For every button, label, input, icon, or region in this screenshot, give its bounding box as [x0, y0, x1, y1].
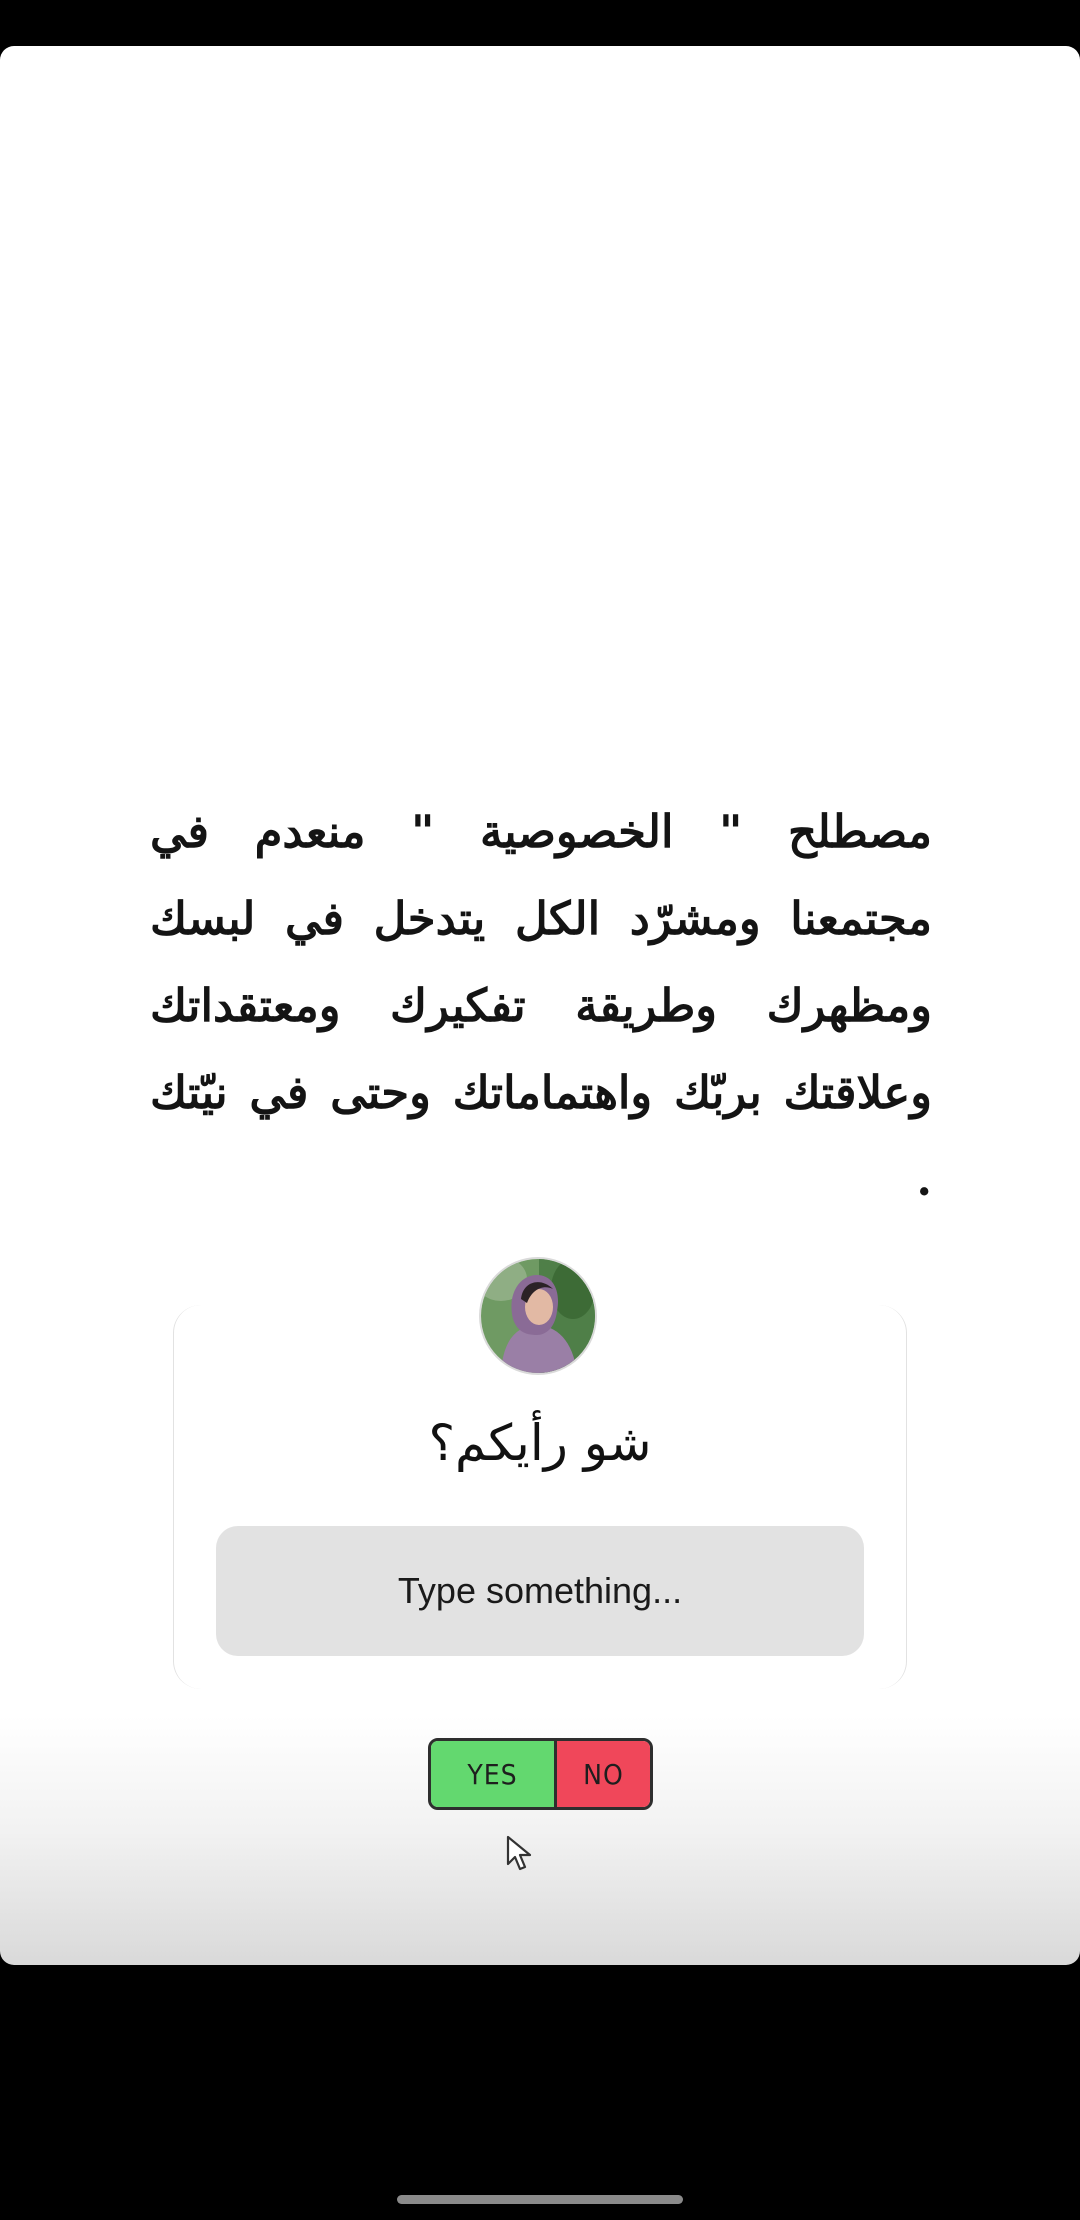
avatar	[481, 1259, 595, 1373]
yes-no-toggle: YES NO	[428, 1738, 653, 1810]
mouse-pointer-icon	[506, 1835, 532, 1871]
question-title: شو رأيكم؟	[428, 1414, 652, 1472]
story-quote-text: مصطلح " الخصوصية " منعدم في مجتمعنا ومشر…	[150, 805, 932, 1206]
no-button[interactable]: NO	[557, 1741, 650, 1807]
answer-input[interactable]	[216, 1526, 864, 1656]
home-indicator[interactable]	[397, 2195, 683, 2204]
yes-button[interactable]: YES	[431, 1741, 557, 1807]
